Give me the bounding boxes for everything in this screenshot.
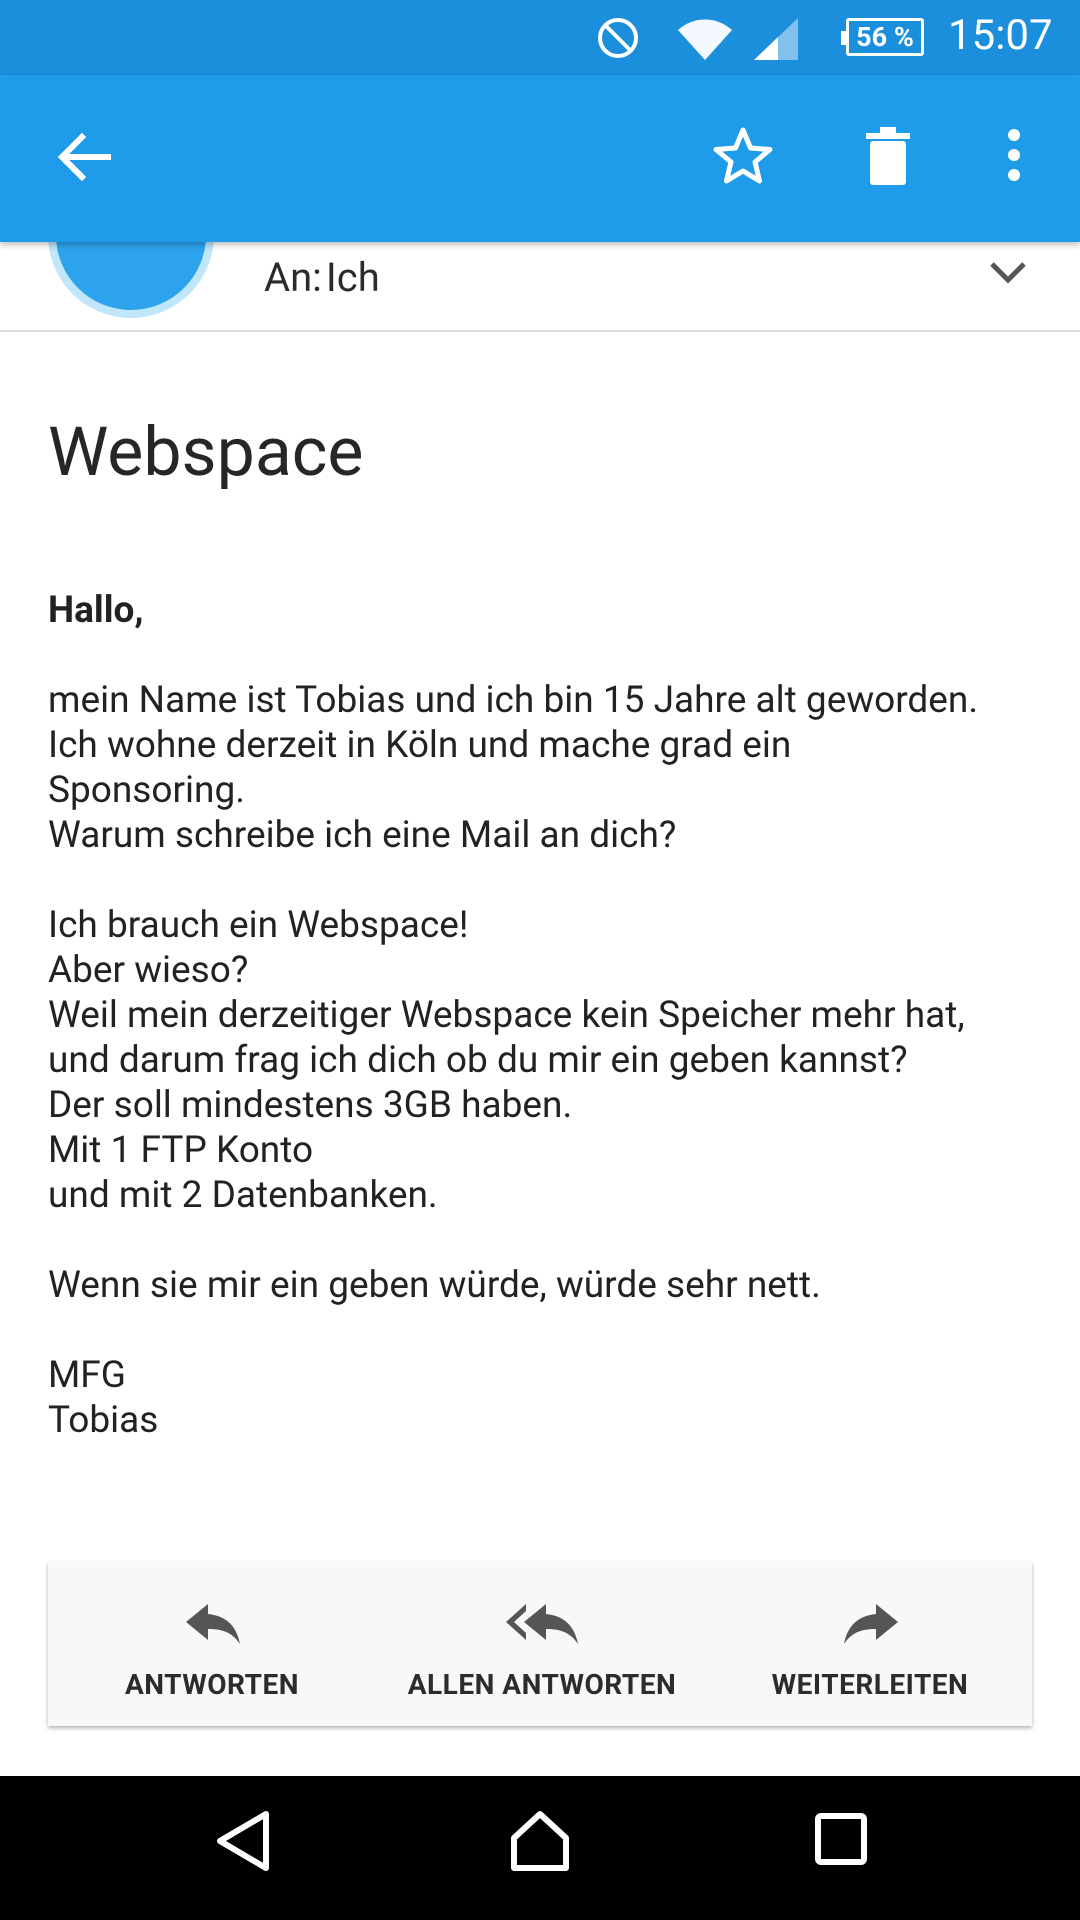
body-line [48,1218,1048,1263]
recipient-label: An: [264,254,322,301]
body-line: Ich brauch ein Webspace! [48,904,469,947]
body-line: Sponsoring. [48,769,245,812]
reply-all-icon [506,1604,578,1644]
message-subject: Webspace [48,412,364,492]
forward-label: WEITERLEITEN [771,1668,969,1701]
reply-button[interactable]: ANTWORTEN [62,1562,362,1726]
body-line [48,1308,1048,1353]
recipient-line: An: Ich [264,254,380,301]
more-options-button[interactable] [1004,129,1024,185]
status-bar: 56 % 15:07 [0,0,1080,75]
battery-indicator: 56 % [841,18,924,56]
message-header: An: Ich [0,242,1080,332]
body-line: Tobias [48,1399,159,1442]
wifi-icon [678,19,732,60]
body-line [48,858,1048,903]
reply-all-label: ALLEN ANTWORTEN [407,1668,677,1701]
reply-label: ANTWORTEN [124,1668,299,1701]
expand-details-button[interactable] [988,258,1028,290]
body-line: mein Name ist Tobias und ich bin 15 Jahr… [48,679,979,722]
reply-icon [186,1604,240,1644]
recents-icon [815,1813,867,1865]
star-button[interactable] [712,125,774,191]
back-button[interactable] [56,131,112,187]
delete-button[interactable] [866,127,910,189]
chevron-down-icon [990,262,1026,284]
recipient-value: Ich [325,254,380,301]
home-icon [511,1811,569,1871]
avatar[interactable] [48,242,214,318]
forward-button[interactable]: WEITERLEITEN [720,1562,1020,1726]
body-line: MFG [48,1354,126,1397]
body-line: Weil mein derzeitiger Webspace kein Spei… [48,994,965,1037]
app-bar [0,75,1080,242]
body-line: Wenn sie mir ein geben würde, würde sehr… [48,1264,821,1307]
nav-recents-button[interactable] [814,1812,868,1870]
body-line: Mit 1 FTP Konto [48,1129,314,1172]
message-actions: ANTWORTEN ALLEN ANTWORTEN WEITERLEITEN [48,1562,1032,1726]
body-line: Ich wohne derzeit in Köln und mache grad… [48,724,792,767]
body-line: Warum schreibe ich eine Mail an dich? [48,814,677,857]
body-line: und darum frag ich dich ob du mir ein ge… [48,1039,908,1082]
nav-back-button[interactable] [214,1810,272,1876]
forward-icon [844,1604,898,1644]
do-not-disturb-icon [598,18,638,58]
clock: 15:07 [948,11,1053,60]
body-line [48,633,1048,678]
trash-icon [866,127,910,185]
body-line: Aber wieso? [48,949,249,992]
body-greeting: Hallo, [48,589,144,632]
message-body: Hallo, mein Name ist Tobias und ich bin … [48,588,1048,1443]
nav-back-icon [217,1811,269,1871]
back-arrow-icon [57,132,111,182]
avatar-image [56,242,206,310]
system-nav-bar [0,1776,1080,1920]
star-icon [713,127,773,184]
nav-home-button[interactable] [508,1808,572,1876]
reply-all-button[interactable]: ALLEN ANTWORTEN [392,1562,692,1726]
cell-signal-icon [754,18,798,60]
more-vert-icon [1008,129,1020,181]
body-line: Der soll mindestens 3GB haben. [48,1084,573,1127]
body-line: und mit 2 Datenbanken. [48,1174,438,1217]
